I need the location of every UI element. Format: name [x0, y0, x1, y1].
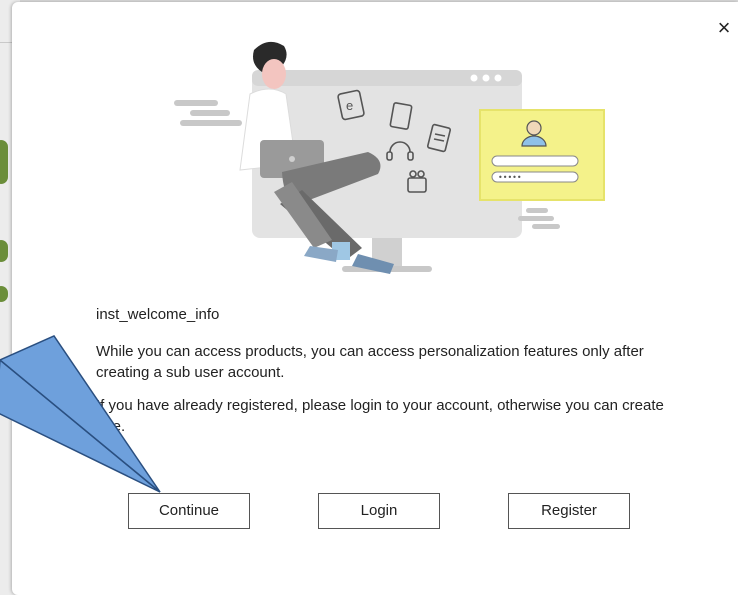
close-button[interactable]: ×: [712, 16, 736, 40]
dialog-body: inst_welcome_info While you can access p…: [96, 304, 686, 449]
register-button[interactable]: Register: [508, 493, 630, 529]
background-leaf-decoration: [0, 140, 8, 184]
login-card-illustration: •••••: [479, 109, 605, 201]
close-icon[interactable]: ×: [718, 15, 731, 40]
info-paragraph-1: While you can access products, you can a…: [96, 343, 644, 381]
motion-lines-left: [174, 100, 242, 126]
info-paragraph-2: If you have already registered, please l…: [96, 397, 664, 435]
continue-button[interactable]: Continue: [128, 493, 250, 529]
welcome-key-text: inst_welcome_info: [96, 306, 220, 323]
welcome-dialog: × e ••••• inst_welcome_info While you ca…: [12, 2, 738, 595]
welcome-illustration: e •••••: [174, 41, 605, 274]
screen: × e ••••• inst_welcome_info While you ca…: [0, 0, 738, 595]
login-button[interactable]: Login: [318, 493, 440, 529]
password-mask: •••••: [498, 173, 522, 182]
motion-lines-right: [518, 208, 560, 229]
svg-text:e: e: [346, 98, 353, 113]
background-leaf-decoration: [0, 240, 8, 262]
